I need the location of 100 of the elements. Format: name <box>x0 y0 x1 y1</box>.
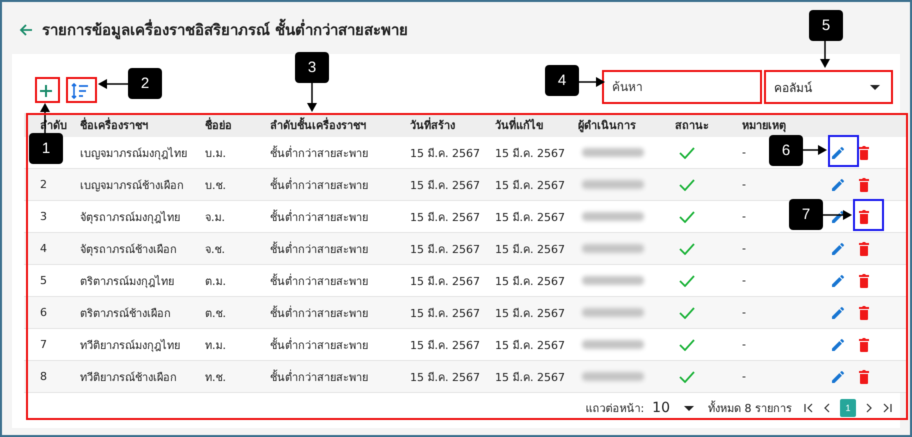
column-header: วันที่แก้ไข <box>495 116 545 134</box>
table-cell-text: เบญจมาภรณ์ช้างเผือก <box>80 178 184 194</box>
callout-badge: 4 <box>545 65 579 96</box>
table-cell-text: 15 มี.ค. 2567 <box>495 370 565 386</box>
table-cell-text: ชั้นต่ำกว่าสายสะพาย <box>270 144 368 162</box>
table-cell-text: บ.ม. <box>205 146 226 162</box>
next-page-icon[interactable] <box>864 403 874 413</box>
blurred-text <box>582 276 644 285</box>
table-cell-text: 15 มี.ค. 2567 <box>410 370 480 386</box>
callout-badge: 3 <box>295 52 329 83</box>
column-header: ชื่อย่อ <box>205 116 233 134</box>
table-cell: - <box>742 210 746 223</box>
table-cell: - <box>742 242 746 255</box>
table-cell-text: 15 มี.ค. 2567 <box>410 178 480 194</box>
table-cell: - <box>742 274 746 287</box>
trash-icon[interactable] <box>858 336 870 352</box>
blurred-text <box>582 148 644 157</box>
rows-per-page-select[interactable]: 10 <box>652 400 694 416</box>
table-cell-text: จ.ม. <box>205 210 225 226</box>
table-cell-text: ทวีติยาภรณ์ช้างเผือก <box>80 370 177 386</box>
table-cell: - <box>742 178 746 191</box>
blurred-text <box>582 372 644 381</box>
table-cell-text: 15 มี.ค. 2567 <box>495 274 565 290</box>
table-cell: - <box>742 370 746 383</box>
table-cell-text: 15 มี.ค. 2567 <box>410 306 480 322</box>
table-cell: - <box>742 146 746 159</box>
table-cell: - <box>742 338 746 351</box>
trash-icon[interactable] <box>858 272 870 288</box>
table-cell-text: จ.ช. <box>205 242 225 258</box>
plus-icon <box>38 84 52 98</box>
table-cell-text: ชั้นต่ำกว่าสายสะพาย <box>270 176 368 194</box>
blurred-text <box>582 244 644 253</box>
table-cell-text: 15 มี.ค. 2567 <box>495 210 565 226</box>
table-cell-text: 5 <box>39 274 47 287</box>
trash-icon[interactable] <box>858 176 870 192</box>
rows-per-page-label: แถวต่อหน้า: <box>585 401 644 417</box>
table-cell-text: ตริตาภรณ์มงกุฎไทย <box>80 274 174 290</box>
table-cell-text: 4 <box>39 242 47 255</box>
table-cell-text: 15 มี.ค. 2567 <box>410 146 480 162</box>
blurred-text <box>582 340 644 349</box>
callout-badge: 1 <box>29 133 63 164</box>
table-cell-text: 15 มี.ค. 2567 <box>410 274 480 290</box>
table-cell: - <box>742 306 746 319</box>
table-cell-text: 15 มี.ค. 2567 <box>495 242 565 258</box>
back-arrow-icon[interactable] <box>18 22 34 38</box>
trash-icon[interactable] <box>858 304 870 320</box>
first-page-icon[interactable] <box>804 403 814 413</box>
column-header: ลำดับชั้นเครื่องราชฯ <box>270 116 367 134</box>
caret-icon <box>684 406 694 410</box>
page-title: รายการข้อมูลเครื่องราชอิสริยาภรณ์ ชั้นต่ำกว่าสายสะพาย <box>42 18 408 42</box>
table-cell-text: 8 <box>39 370 47 383</box>
table-cell-text: ต.ช. <box>205 306 226 322</box>
trash-icon[interactable] <box>858 240 870 256</box>
table-cell-text: 2 <box>39 178 47 191</box>
table-cell-text: ท.ม. <box>205 338 226 354</box>
caret-icon <box>870 84 880 90</box>
table-cell-text: จัตุรถาภรณ์มงกุฎไทย <box>80 210 180 226</box>
blurred-text <box>582 308 644 317</box>
table-cell-text: ชั้นต่ำกว่าสายสะพาย <box>270 304 368 322</box>
table-cell-text: ท.ช. <box>205 370 226 386</box>
callout-badge: 6 <box>769 135 803 166</box>
table-cell-text: 15 มี.ค. 2567 <box>410 338 480 354</box>
table-cell-text: 7 <box>39 338 47 351</box>
table-cell-text: 6 <box>39 306 47 319</box>
table-cell-text: ชั้นต่ำกว่าสายสะพาย <box>270 336 368 354</box>
table-cell-text: จัตุรถาภรณ์ช้างเผือก <box>80 242 177 258</box>
column-header: ผู้ดำเนินการ <box>578 118 637 134</box>
table-cell-text: 15 มี.ค. 2567 <box>495 178 565 194</box>
column-header: หมายเหตุ <box>742 118 787 134</box>
prev-page-icon[interactable] <box>822 403 832 413</box>
table-cell-text: ชั้นต่ำกว่าสายสะพาย <box>270 240 368 258</box>
table-cell-text: 15 มี.ค. 2567 <box>410 210 480 226</box>
table-cell-text: บ.ช. <box>205 178 226 194</box>
trash-icon[interactable] <box>858 368 870 384</box>
trash-icon[interactable] <box>858 144 870 160</box>
column-header: ชื่อเครื่องราชฯ <box>80 116 149 134</box>
table-cell-text: 15 มี.ค. 2567 <box>410 242 480 258</box>
callout-badge: 7 <box>789 199 823 230</box>
table-cell-text: ชั้นต่ำกว่าสายสะพาย <box>270 368 368 386</box>
table-cell-text: ตริตาภรณ์ช้างเผือก <box>80 306 171 322</box>
callout-badge: 2 <box>128 68 162 99</box>
table-cell-text: ชั้นต่ำกว่าสายสะพาย <box>270 272 368 290</box>
column-dropdown[interactable]: คอลัมน์ <box>766 72 888 102</box>
blurred-text <box>582 212 644 221</box>
trash-icon[interactable] <box>858 208 870 224</box>
column-header: วันที่สร้าง <box>410 116 456 134</box>
blurred-text <box>582 180 644 189</box>
table-cell-text: ต.ม. <box>205 274 226 290</box>
table-cell-text: 15 มี.ค. 2567 <box>495 338 565 354</box>
last-page-icon[interactable] <box>882 403 892 413</box>
total-count: ทั้งหมด 8 รายการ <box>708 400 792 417</box>
table-cell-text: ทวีติยาภรณ์มงกุฎไทย <box>80 338 180 354</box>
table-cell-text: 15 มี.ค. 2567 <box>495 146 565 162</box>
table-cell-text: 15 มี.ค. 2567 <box>495 306 565 322</box>
table-cell-text: เบญจมาภรณ์มงกุฎไทย <box>80 146 187 162</box>
sort-icon <box>70 83 88 99</box>
table-cell-text: 3 <box>39 210 47 223</box>
callout-badge: 5 <box>809 10 843 41</box>
column-header: สถานะ <box>675 118 710 134</box>
table-cell-text: ชั้นต่ำกว่าสายสะพาย <box>270 208 368 226</box>
